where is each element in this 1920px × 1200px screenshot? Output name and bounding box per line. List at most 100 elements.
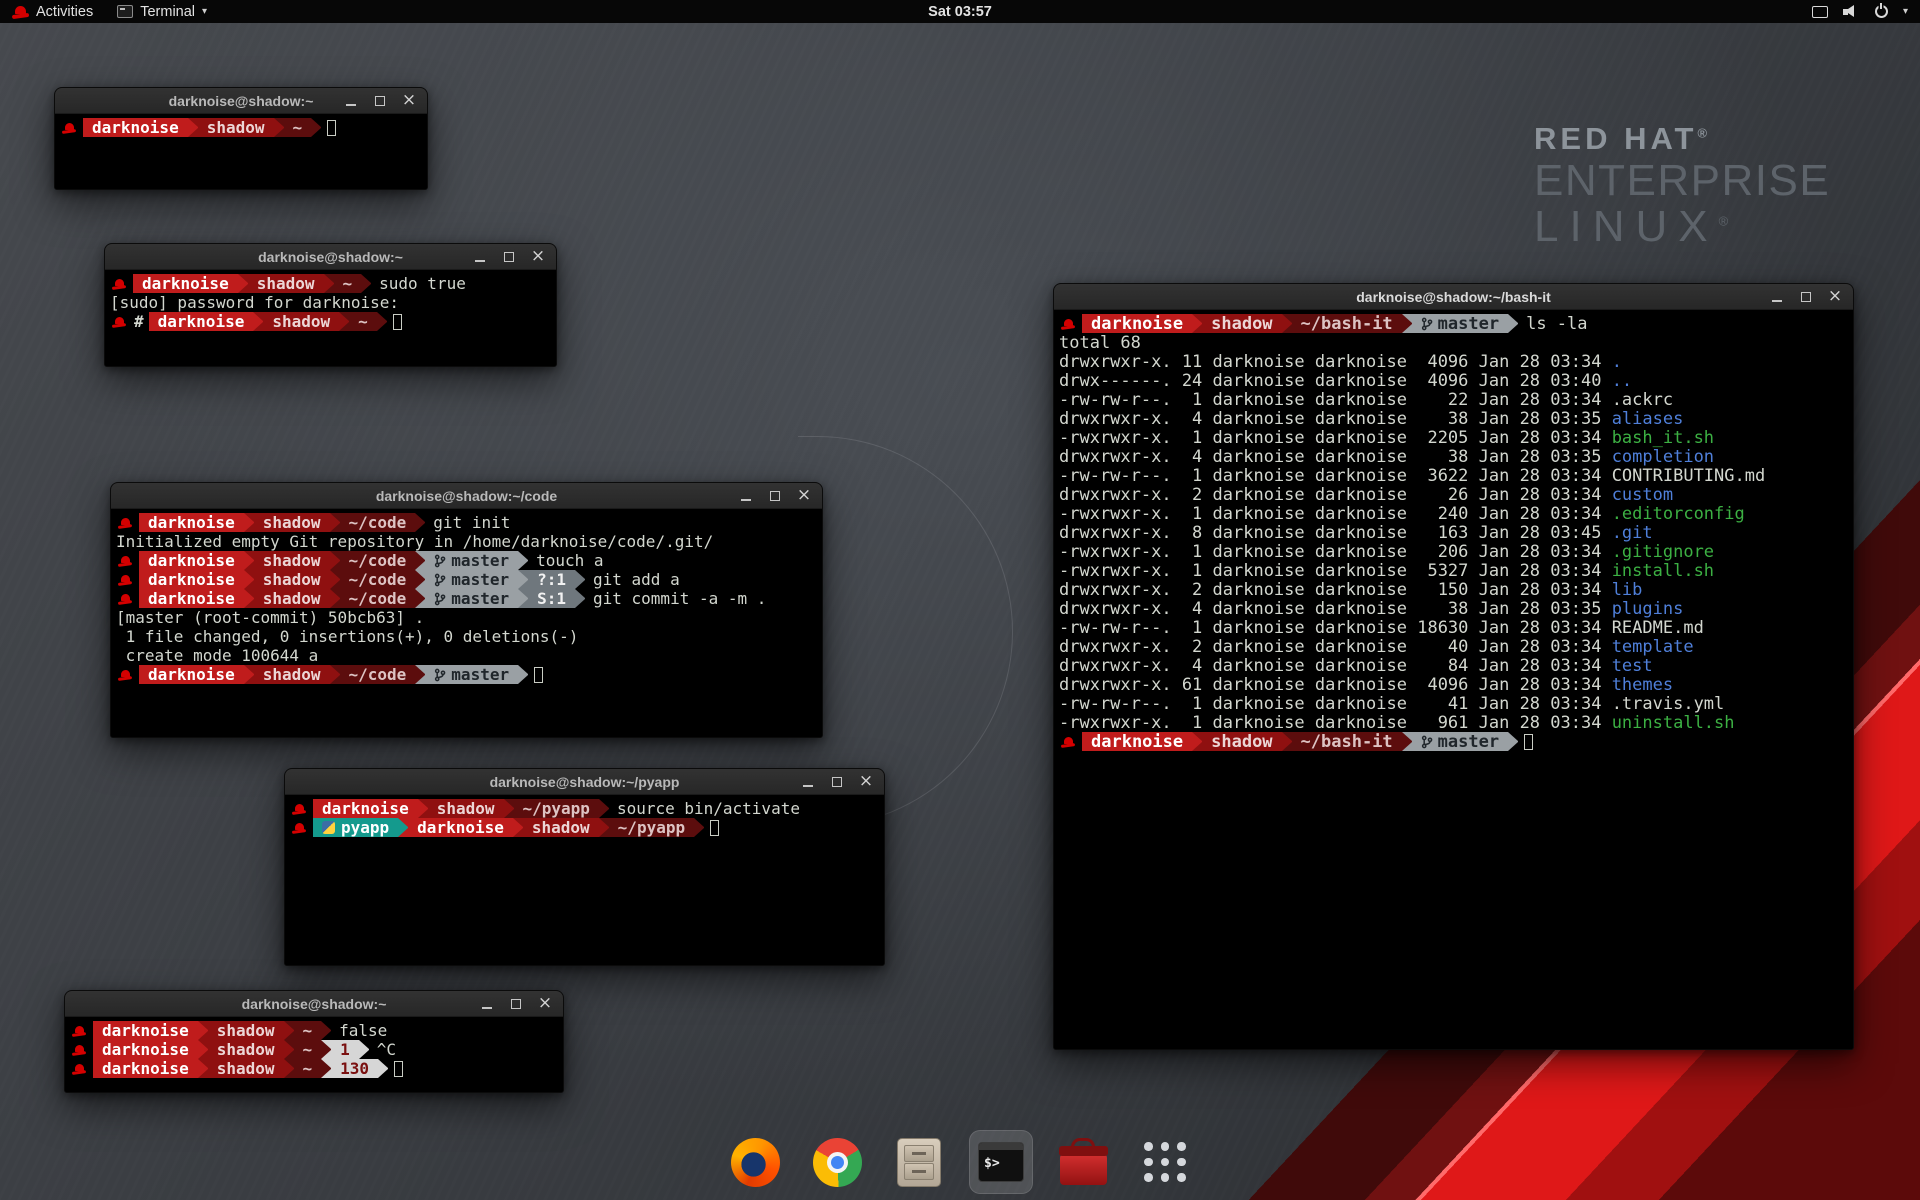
maximize-button[interactable]	[501, 248, 517, 266]
prompt-segment-exit: 130	[331, 1059, 378, 1078]
maximize-button[interactable]	[767, 487, 783, 505]
registered-mark: ®	[1719, 213, 1740, 228]
output-line: -rwxrwxr-x. 1 darknoise darknoise 961 Ja…	[1059, 713, 1848, 732]
maximize-button[interactable]	[372, 92, 388, 110]
terminal-cursor	[534, 667, 543, 683]
minimize-button[interactable]	[800, 773, 816, 791]
window-title: darknoise@shadow:~/bash-it	[1054, 289, 1853, 305]
output-line: total 68	[1059, 333, 1848, 352]
segment-text: master	[451, 665, 509, 684]
minimize-icon	[482, 1007, 492, 1009]
powerline-separator-icon	[415, 551, 425, 570]
terminal-content[interactable]: darknoiseshadow~falsedarknoiseshadow~1^C…	[65, 1017, 563, 1092]
powerline-separator-icon	[415, 513, 425, 532]
prompt-line: #darknoiseshadow~	[110, 312, 551, 331]
output-text: -rw-rw-r--. 1 darknoise darknoise 18630 …	[1059, 618, 1612, 638]
dock-item-toolbox[interactable]	[1051, 1130, 1115, 1194]
toolbox-icon	[1060, 1154, 1107, 1185]
command-text: ls -la	[1518, 314, 1587, 334]
window-title: darknoise@shadow:~/pyapp	[285, 774, 884, 790]
activities-button[interactable]: Activities	[0, 0, 105, 23]
terminal-content[interactable]: darknoiseshadow~/bash-itmasterls -latota…	[1054, 310, 1853, 1049]
dock-item-files[interactable]	[887, 1130, 951, 1194]
close-button[interactable]: ×	[858, 773, 874, 791]
maximize-button[interactable]	[829, 773, 845, 791]
git-branch-icon	[434, 668, 446, 682]
close-button[interactable]: ×	[537, 995, 553, 1013]
dock-item-terminal[interactable]	[969, 1130, 1033, 1194]
close-icon: ×	[859, 773, 873, 790]
prompt-line: darknoiseshadow~/pyappsource bin/activat…	[290, 799, 879, 818]
window-titlebar[interactable]: darknoise@shadow:~/code×	[111, 483, 822, 509]
app-menu-terminal[interactable]: Terminal ▾	[105, 0, 219, 23]
output-line: -rwxrwxr-x. 1 darknoise darknoise 5327 J…	[1059, 561, 1848, 580]
prompt-segment-path: ~	[294, 1059, 322, 1078]
segment-text: ~/code	[349, 513, 407, 532]
window-titlebar[interactable]: darknoise@shadow:~×	[55, 88, 427, 114]
close-button[interactable]: ×	[530, 248, 546, 266]
file-name: ..	[1612, 371, 1632, 391]
segment-text: master	[1438, 732, 1499, 752]
redhat-icon	[72, 1026, 86, 1036]
powerline-separator-icon	[321, 1040, 331, 1059]
minimize-button[interactable]	[738, 487, 754, 505]
appgrid-dot	[1144, 1158, 1153, 1167]
minimize-button[interactable]	[343, 92, 359, 110]
maximize-icon	[511, 999, 521, 1009]
minimize-button[interactable]	[1769, 288, 1785, 306]
minimize-button[interactable]	[479, 995, 495, 1013]
terminal-content[interactable]: darknoiseshadow~	[55, 114, 427, 189]
segment-text: darknoise	[1091, 732, 1183, 752]
terminal-content[interactable]: darknoiseshadow~sudo true[sudo] password…	[105, 270, 556, 366]
window-buttons: ×	[738, 487, 822, 505]
window-titlebar[interactable]: darknoise@shadow:~×	[65, 991, 563, 1017]
powerline-separator-icon	[198, 1059, 208, 1078]
maximize-button[interactable]	[508, 995, 524, 1013]
redhat-icon	[72, 1045, 86, 1055]
dock-item-firefox[interactable]	[723, 1130, 787, 1194]
window-buttons: ×	[800, 773, 884, 791]
segment-text: darknoise	[92, 118, 179, 137]
minimize-button[interactable]	[472, 248, 488, 266]
maximize-button[interactable]	[1798, 288, 1814, 306]
redhat-icon	[292, 804, 306, 814]
output-text: drwxrwxr-x. 8 darknoise darknoise 163 Ja…	[1059, 523, 1612, 543]
prompt-line: darknoiseshadow~130	[70, 1059, 558, 1078]
powerline-separator-icon	[244, 570, 254, 589]
terminal-content[interactable]: darknoiseshadow~/pyappsource bin/activat…	[285, 795, 884, 965]
file-name: .	[1612, 352, 1622, 372]
top-bar: Activities Terminal ▾ Sat 03:57 ▾	[0, 0, 1920, 23]
window-buttons: ×	[1769, 288, 1853, 306]
window-titlebar[interactable]: darknoise@shadow:~/pyapp×	[285, 769, 884, 795]
maximize-icon	[375, 96, 385, 106]
close-button[interactable]: ×	[1827, 288, 1843, 306]
prompt-segment-path: ~/code	[340, 589, 416, 608]
chevron-down-icon: ▾	[202, 6, 207, 17]
command-text: ^C	[369, 1040, 396, 1059]
close-icon: ×	[1828, 288, 1842, 305]
window-titlebar[interactable]: darknoise@shadow:~×	[105, 244, 556, 270]
file-name: .gitignore	[1612, 542, 1714, 562]
close-button[interactable]: ×	[796, 487, 812, 505]
dock-item-chrome[interactable]	[805, 1130, 869, 1194]
file-name: .git	[1612, 523, 1653, 543]
powerline-separator-icon	[575, 570, 585, 589]
prompt-segment-host: shadow	[523, 818, 599, 837]
prompt-segment-user: darknoise	[133, 274, 238, 293]
clock[interactable]: Sat 03:57	[928, 4, 992, 20]
window-titlebar[interactable]: darknoise@shadow:~/bash-it×	[1054, 284, 1853, 310]
prompt-line: darknoiseshadow~/codemasterS:1git commit…	[116, 589, 817, 608]
close-button[interactable]: ×	[401, 92, 417, 110]
powerline-separator-icon	[518, 589, 528, 608]
system-status-area[interactable]: ▾	[1812, 0, 1920, 23]
dock-item-appgrid[interactable]	[1133, 1130, 1197, 1194]
terminal-content[interactable]: darknoiseshadow~/codegit initInitialized…	[111, 509, 822, 737]
rhel-wordmark: RED HAT® ENTERPRISE LINUX®	[1534, 123, 1830, 250]
powerline-separator-icon	[284, 1059, 294, 1078]
maximize-icon	[770, 491, 780, 501]
file-name: README.md	[1612, 618, 1704, 638]
output-text: total 68	[1059, 333, 1141, 353]
prompt-segment-host: shadow	[198, 118, 274, 137]
output-text: drwxrwxr-x. 11 darknoise darknoise 4096 …	[1059, 352, 1612, 372]
powerline-separator-icon	[330, 551, 340, 570]
